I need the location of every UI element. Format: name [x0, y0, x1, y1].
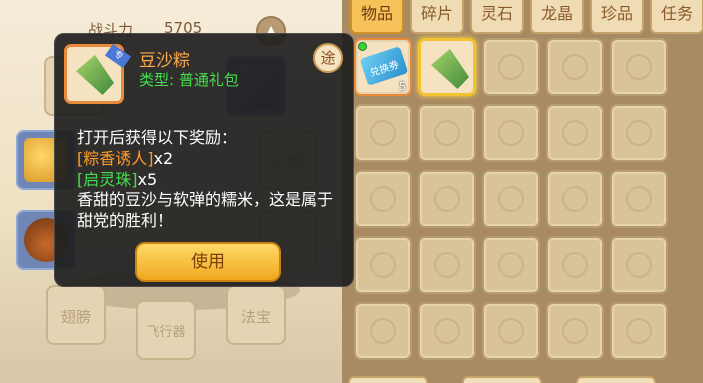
tooltip-item-icon: 专	[64, 43, 132, 104]
empty-slot-icon	[562, 252, 588, 278]
zongzi-icon	[431, 49, 469, 89]
bottom-button-right[interactable]	[576, 376, 656, 383]
tab-items[interactable]: 物品	[350, 0, 404, 34]
empty-slot-icon	[562, 186, 588, 212]
tab-tasks[interactable]: 任务	[650, 0, 703, 34]
empty-slot-icon	[370, 318, 396, 344]
empty-slot-icon	[498, 186, 524, 212]
empty-slot-icon	[626, 186, 652, 212]
inventory-slot[interactable]	[546, 170, 604, 228]
inventory-slot[interactable]	[546, 302, 604, 360]
inventory-slot[interactable]	[418, 302, 476, 360]
tab-dragon-crystals[interactable]: 龙晶	[530, 0, 584, 34]
inventory-slot[interactable]	[418, 104, 476, 162]
inventory-slot[interactable]	[546, 236, 604, 294]
empty-slot-icon	[498, 318, 524, 344]
treasure-slot-label: 法宝	[240, 308, 271, 326]
reward-name: [启灵珠]	[77, 170, 138, 189]
empty-slot-icon	[562, 54, 588, 80]
inventory-slot[interactable]	[546, 104, 604, 162]
reward-qty: x5	[137, 170, 158, 189]
tab-spirit-stones[interactable]: 灵石	[470, 0, 524, 34]
inventory-slot[interactable]	[354, 104, 412, 162]
empty-slot-icon	[370, 252, 396, 278]
inventory-slot[interactable]	[482, 236, 540, 294]
empty-slot-icon	[498, 120, 524, 146]
equip-slot-aircraft[interactable]: 飞行器	[136, 300, 196, 360]
inventory-slot[interactable]	[610, 38, 668, 96]
bottom-button-middle[interactable]	[462, 376, 542, 383]
inventory-item-zongzi[interactable]	[418, 38, 476, 96]
tooltip-item-type: 类型: 普通礼包	[139, 71, 239, 89]
bag-tab-bar: 物品 碎片 灵石 龙晶 珍品 任务	[350, 0, 703, 36]
inventory-slot[interactable]	[354, 302, 412, 360]
empty-slot-icon	[434, 318, 460, 344]
zongzi-icon	[76, 55, 114, 95]
inventory-slot[interactable]	[482, 38, 540, 96]
inventory-grid: 兑换券 5	[352, 38, 697, 373]
empty-slot-icon	[434, 186, 460, 212]
item-description: 香甜的豆沙与软弹的糯米，这是属于甜党的胜利！	[77, 190, 334, 230]
inventory-slot[interactable]	[418, 170, 476, 228]
tab-treasures[interactable]: 珍品	[590, 0, 644, 34]
empty-slot-icon	[626, 318, 652, 344]
inventory-slot[interactable]	[418, 236, 476, 294]
empty-slot-icon	[434, 252, 460, 278]
equip-slot-wing[interactable]: 翅膀	[46, 285, 106, 345]
inventory-slot[interactable]	[610, 236, 668, 294]
bottom-button-left[interactable]	[348, 376, 428, 383]
inventory-item-ticket[interactable]: 兑换券 5	[354, 38, 412, 96]
inventory-slot[interactable]	[610, 302, 668, 360]
item-count: 5	[399, 80, 406, 93]
inventory-slot[interactable]	[482, 104, 540, 162]
empty-slot-icon	[626, 120, 652, 146]
exclusive-ribbon: 专	[104, 43, 132, 69]
wing-slot-label: 翅膀	[60, 308, 91, 326]
inventory-slot[interactable]	[482, 302, 540, 360]
aircraft-slot-label: 飞行器	[146, 325, 186, 340]
inventory-slot[interactable]	[546, 38, 604, 96]
empty-slot-icon	[434, 120, 460, 146]
use-button[interactable]: 使用	[135, 242, 281, 282]
inventory-slot[interactable]	[482, 170, 540, 228]
inventory-slot[interactable]	[354, 236, 412, 294]
tooltip-item-name: 豆沙粽	[139, 51, 190, 71]
empty-slot-icon	[370, 186, 396, 212]
tab-fragments[interactable]: 碎片	[410, 0, 464, 34]
empty-slot-icon	[562, 120, 588, 146]
empty-slot-icon	[498, 252, 524, 278]
empty-slot-icon	[562, 318, 588, 344]
bag-panel: 物品 碎片 灵石 龙晶 珍品 任务 兑换券 5	[342, 0, 703, 383]
equip-slot-treasure[interactable]: 法宝	[226, 285, 286, 345]
empty-slot-icon	[626, 54, 652, 80]
new-indicator-icon	[358, 42, 367, 51]
item-tooltip: 专 豆沙粽 类型: 普通礼包 途 打开后获得以下奖励： [粽香诱人]x2 [启灵…	[54, 33, 354, 287]
empty-slot-icon	[498, 54, 524, 80]
source-button[interactable]: 途	[313, 43, 343, 73]
inventory-slot[interactable]	[610, 170, 668, 228]
reward-line: [启灵珠]x5	[77, 166, 157, 190]
inventory-slot[interactable]	[354, 170, 412, 228]
inventory-slot[interactable]	[610, 104, 668, 162]
empty-slot-icon	[370, 120, 396, 146]
empty-slot-icon	[626, 252, 652, 278]
